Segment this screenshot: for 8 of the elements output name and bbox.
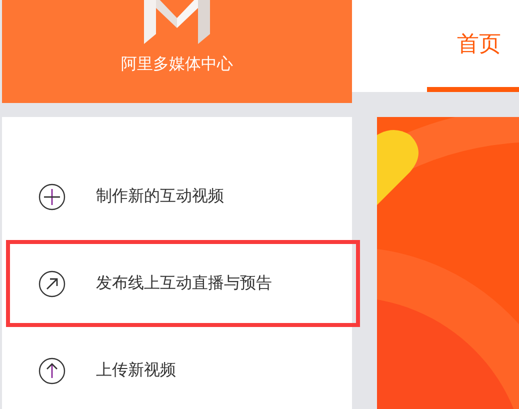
upload-circle-icon	[38, 356, 66, 384]
menu-item[interactable]: 发布线上互动直播与预告	[6, 240, 360, 327]
plus-circle-icon	[38, 182, 66, 210]
brand-name: 阿里多媒体中心	[121, 54, 233, 75]
arrow-circle-icon	[38, 270, 66, 298]
logo-icon	[142, 0, 212, 46]
menu-item[interactable]: 制作新的互动视频	[6, 153, 360, 240]
menu-item[interactable]: 上传新视频	[6, 327, 360, 409]
